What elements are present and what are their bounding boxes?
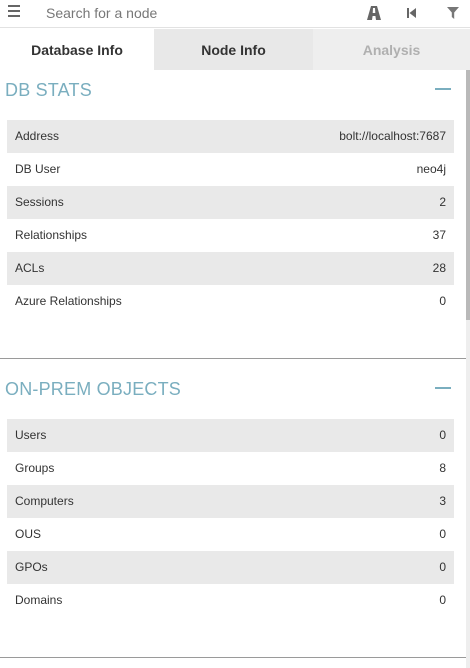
on-prem-objects-title: ON-PREM OBJECTS	[5, 379, 182, 399]
road-path-icon[interactable]	[364, 3, 384, 23]
on-prem-row-groups: Groups 8	[7, 452, 454, 485]
row-value: bolt://localhost:7687	[339, 129, 446, 143]
row-value: 37	[432, 228, 446, 242]
db-stats-title: DB STATS	[5, 80, 92, 100]
row-label: Users	[15, 428, 47, 442]
top-toolbar	[0, 0, 470, 28]
on-prem-row-domains: Domains 0	[7, 584, 454, 617]
row-value: 28	[432, 261, 446, 275]
db-stats-row-db-user: DB User neo4j	[7, 153, 454, 186]
db-stats-row-acls: ACLs 28	[7, 252, 454, 285]
row-label: Groups	[15, 461, 55, 475]
filter-icon[interactable]	[443, 3, 463, 23]
on-prem-row-computers: Computers 3	[7, 485, 454, 518]
tab-analysis[interactable]: Analysis	[313, 29, 470, 70]
row-label: Domains	[15, 593, 63, 607]
row-label: Address	[15, 129, 60, 143]
row-label: DB User	[15, 162, 61, 176]
on-prem-row-users: Users 0	[7, 419, 454, 452]
db-stats-row-relationships: Relationships 37	[7, 219, 454, 252]
db-stats-row-sessions: Sessions 2	[7, 186, 454, 219]
row-value: 0	[439, 294, 446, 308]
on-prem-row-ous: OUS 0	[7, 518, 454, 551]
step-backward-icon[interactable]	[402, 3, 422, 23]
database-info-panel: DB STATS Address bolt://localhost:7687 D…	[0, 70, 466, 668]
tab-node-info[interactable]: Node Info	[154, 29, 313, 70]
scrollbar-thumb[interactable]	[466, 70, 470, 320]
row-value: 0	[439, 527, 446, 541]
row-value: 0	[439, 428, 446, 442]
search-input[interactable]	[38, 1, 354, 25]
db-stats-row-address: Address bolt://localhost:7687	[7, 120, 454, 153]
tab-bar: Database Info Node Info Analysis	[0, 29, 470, 70]
hamburger-menu-icon[interactable]	[8, 4, 22, 20]
row-label: OUS	[15, 527, 42, 541]
row-value: neo4j	[416, 162, 446, 176]
tab-database-info[interactable]: Database Info	[0, 29, 154, 70]
on-prem-collapse-icon[interactable]	[435, 387, 451, 389]
row-value: 0	[439, 593, 446, 607]
db-stats-row-azure-relationships: Azure Relationships 0	[7, 285, 454, 318]
row-label: GPOs	[15, 560, 48, 574]
db-stats-collapse-icon[interactable]	[435, 88, 451, 90]
row-label: Azure Relationships	[15, 294, 122, 308]
row-value: 3	[439, 494, 446, 508]
row-value: 8	[439, 461, 446, 475]
row-value: 0	[439, 560, 446, 574]
row-label: Relationships	[15, 228, 88, 242]
row-label: ACLs	[15, 261, 45, 275]
on-prem-row-gpos: GPOs 0	[7, 551, 454, 584]
section-divider	[0, 657, 466, 658]
section-divider	[0, 358, 466, 359]
row-label: Computers	[15, 494, 74, 508]
row-value: 2	[439, 195, 446, 209]
row-label: Sessions	[15, 195, 64, 209]
